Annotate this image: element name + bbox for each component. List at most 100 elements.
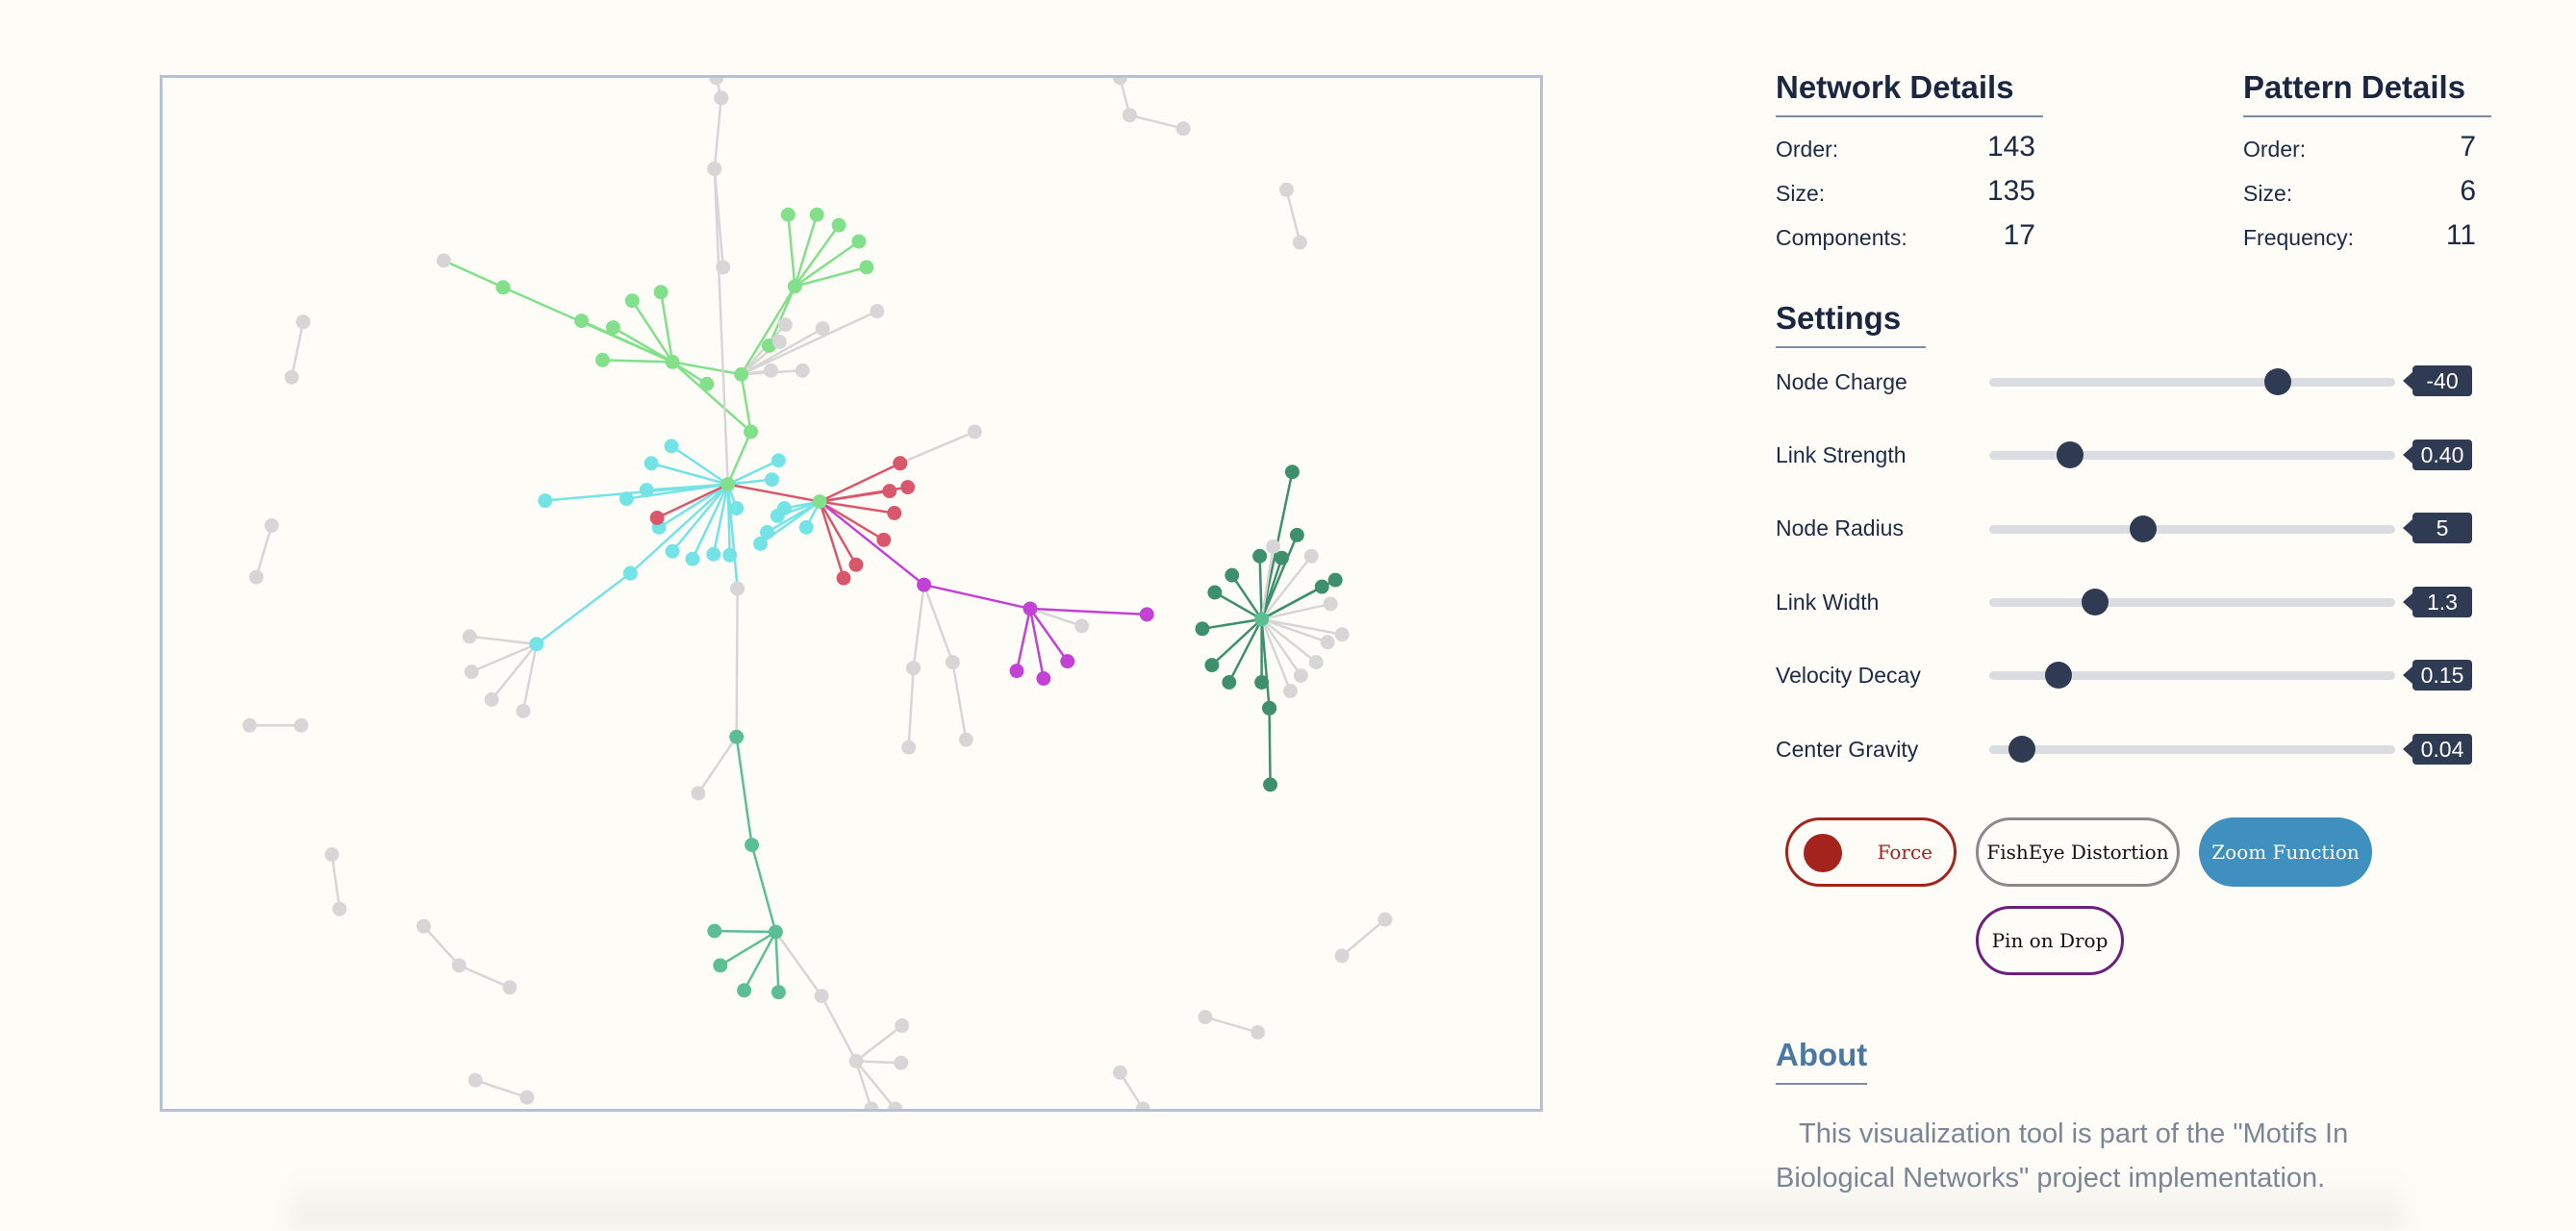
- graph-node[interactable]: [906, 661, 922, 676]
- graph-node[interactable]: [836, 570, 851, 586]
- graph-node[interactable]: [332, 901, 347, 917]
- graph-node[interactable]: [519, 1090, 535, 1105]
- center-gravity-slider-thumb[interactable]: [2008, 736, 2035, 763]
- graph-node[interactable]: [720, 477, 736, 492]
- graph-node[interactable]: [639, 483, 654, 498]
- graph-node[interactable]: [876, 532, 892, 547]
- graph-node[interactable]: [709, 78, 724, 86]
- node-radius-slider-thumb[interactable]: [2130, 515, 2158, 542]
- graph-node[interactable]: [451, 958, 467, 973]
- graph-node[interactable]: [1282, 683, 1298, 698]
- node-radius-slider[interactable]: [1989, 515, 2395, 542]
- graph-node[interactable]: [324, 847, 340, 862]
- graph-node[interactable]: [538, 493, 553, 508]
- graph-node[interactable]: [284, 369, 299, 385]
- graph-node[interactable]: [516, 703, 531, 718]
- pin-on-drop-button[interactable]: Pin on Drop: [1976, 906, 2124, 975]
- graph-node[interactable]: [714, 90, 729, 106]
- center-gravity-slider[interactable]: [1989, 736, 2395, 763]
- graph-node[interactable]: [295, 314, 311, 330]
- graph-node[interactable]: [1195, 621, 1210, 637]
- graph-node[interactable]: [1292, 235, 1307, 250]
- graph-node[interactable]: [665, 354, 680, 369]
- graph-node[interactable]: [809, 207, 824, 222]
- link-strength-slider-thumb[interactable]: [2057, 441, 2084, 468]
- graph-node[interactable]: [1198, 1010, 1213, 1024]
- graph-node[interactable]: [900, 480, 916, 495]
- graph-node[interactable]: [249, 569, 264, 585]
- graph-node[interactable]: [967, 424, 982, 440]
- graph-node[interactable]: [787, 279, 802, 294]
- graph-node[interactable]: [1284, 465, 1300, 480]
- graph-node[interactable]: [771, 335, 787, 349]
- graph-node[interactable]: [644, 456, 659, 471]
- graph-node[interactable]: [484, 691, 499, 707]
- node-charge-slider-thumb[interactable]: [2263, 368, 2291, 395]
- graph-node[interactable]: [882, 484, 897, 499]
- graph-node[interactable]: [1074, 618, 1090, 634]
- graph-node[interactable]: [464, 665, 479, 680]
- graph-node[interactable]: [764, 363, 778, 378]
- graph-node[interactable]: [1252, 548, 1268, 564]
- graph-node[interactable]: [1122, 108, 1137, 123]
- graph-node[interactable]: [529, 637, 544, 652]
- graph-node[interactable]: [795, 363, 810, 378]
- graph-node[interactable]: [495, 280, 511, 295]
- graph-node[interactable]: [619, 491, 634, 507]
- graph-node[interactable]: [1377, 912, 1393, 927]
- graph-node[interactable]: [945, 655, 960, 670]
- graph-node[interactable]: [1112, 1065, 1127, 1080]
- graph-node[interactable]: [242, 717, 257, 733]
- fisheye-distortion-button[interactable]: FishEye Distortion: [1976, 817, 2180, 887]
- graph-node[interactable]: [812, 494, 827, 509]
- link-width-slider-thumb[interactable]: [2081, 589, 2109, 616]
- graph-node[interactable]: [730, 581, 745, 596]
- graph-node[interactable]: [1303, 548, 1319, 564]
- graph-node[interactable]: [664, 439, 679, 454]
- zoom-function-button[interactable]: Zoom Function: [2199, 817, 2372, 887]
- velocity-decay-slider[interactable]: [1989, 662, 2395, 689]
- graph-node[interactable]: [815, 321, 830, 336]
- graph-node[interactable]: [1262, 700, 1277, 716]
- graph-node[interactable]: [770, 453, 786, 468]
- graph-node[interactable]: [737, 983, 752, 998]
- graph-node[interactable]: [649, 510, 665, 525]
- graph-node[interactable]: [1009, 664, 1024, 679]
- graph-node[interactable]: [1204, 658, 1220, 673]
- graph-node[interactable]: [1289, 527, 1304, 542]
- graph-node[interactable]: [780, 207, 796, 222]
- graph-node[interactable]: [1023, 601, 1038, 616]
- graph-node[interactable]: [1293, 668, 1308, 683]
- graph-node[interactable]: [1112, 78, 1127, 86]
- graph-node[interactable]: [574, 314, 590, 329]
- graph-node[interactable]: [594, 352, 610, 367]
- graph-node[interactable]: [1320, 635, 1335, 650]
- graph-node[interactable]: [691, 786, 706, 801]
- graph-node[interactable]: [685, 551, 700, 566]
- graph-node[interactable]: [436, 253, 451, 268]
- graph-node[interactable]: [624, 293, 640, 309]
- graph-node[interactable]: [1036, 671, 1051, 686]
- graph-node[interactable]: [722, 547, 738, 563]
- node-charge-slider[interactable]: [1989, 368, 2395, 395]
- graph-node[interactable]: [467, 1072, 483, 1088]
- graph-node[interactable]: [605, 320, 620, 336]
- graph-node[interactable]: [729, 501, 745, 515]
- graph-node[interactable]: [864, 1101, 879, 1109]
- graph-node[interactable]: [1175, 121, 1191, 137]
- graph-node[interactable]: [887, 506, 902, 520]
- graph-node[interactable]: [699, 376, 715, 391]
- graph-node[interactable]: [1327, 572, 1343, 588]
- graph-node[interactable]: [901, 740, 917, 755]
- graph-node[interactable]: [893, 456, 908, 471]
- graph-node[interactable]: [1060, 654, 1075, 669]
- graph-node[interactable]: [264, 517, 279, 533]
- graph-node[interactable]: [1254, 675, 1270, 690]
- network-graph-canvas[interactable]: [160, 75, 1543, 1112]
- graph-node[interactable]: [716, 260, 731, 275]
- graph-node[interactable]: [851, 234, 867, 249]
- graph-node[interactable]: [622, 565, 638, 581]
- graph-node[interactable]: [1334, 627, 1350, 642]
- link-strength-slider[interactable]: [1989, 441, 2395, 468]
- graph-node[interactable]: [744, 424, 759, 440]
